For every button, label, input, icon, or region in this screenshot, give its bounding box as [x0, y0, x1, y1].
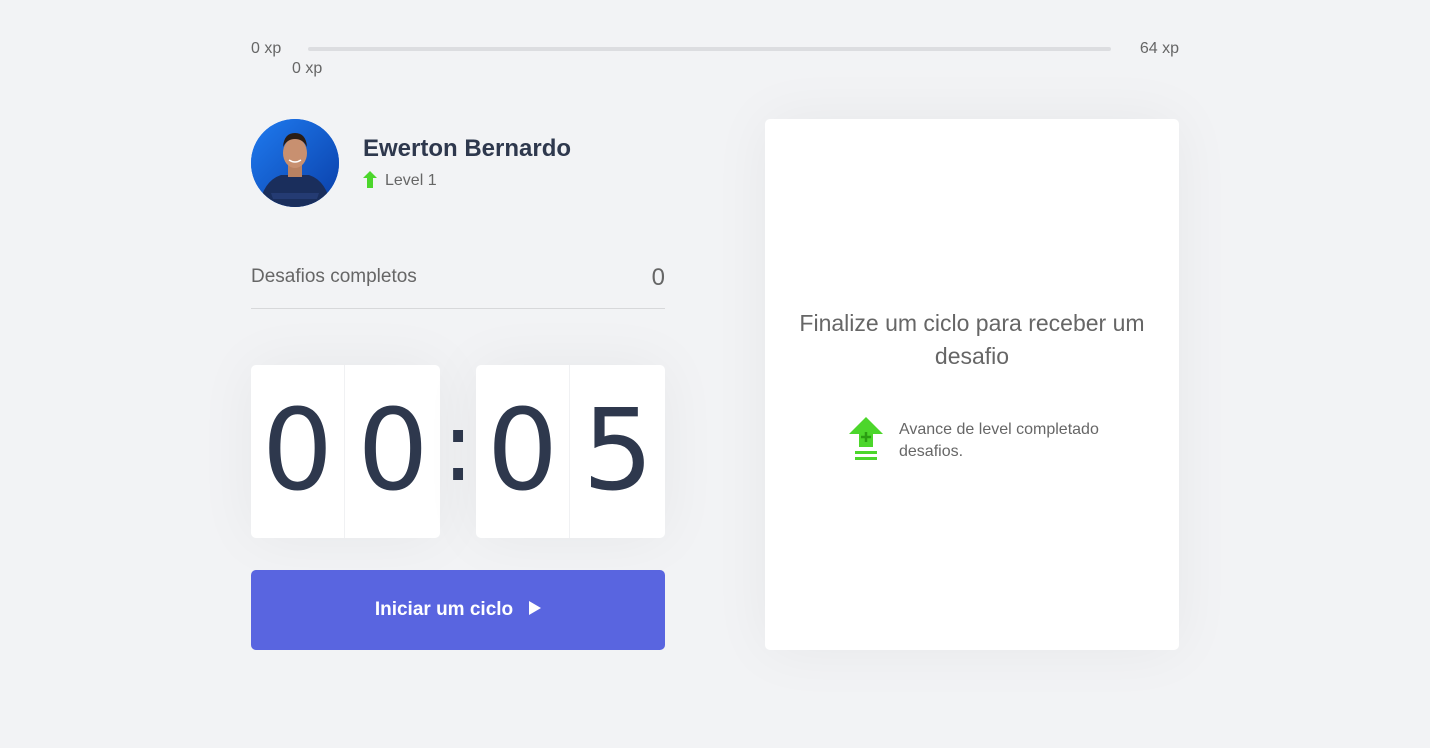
minute-digit-units: 0: [357, 386, 429, 516]
profile-name: Ewerton Bernardo: [363, 135, 572, 162]
profile: Ewerton Bernardo Level 1: [251, 119, 665, 207]
level-label: Level 1: [385, 172, 437, 189]
countdown-minutes: 0 0: [251, 365, 440, 538]
completed-challenges-label: Desafios completos: [251, 266, 417, 287]
avatar-image: [251, 119, 339, 207]
minute-digit-tens: 0: [251, 365, 345, 538]
xp-current-label: 0 xp: [292, 60, 323, 77]
second-digit-tens: 0: [476, 365, 570, 538]
start-cycle-label: Iniciar um ciclo: [374, 599, 514, 620]
experience-bar: 0 xp 0 xp 64 xp: [251, 40, 1179, 77]
level-up-arrow-icon: [363, 171, 377, 193]
avatar: [251, 119, 339, 207]
play-icon: [529, 599, 542, 621]
countdown-separator: :: [441, 391, 475, 503]
countdown: 0 0 : 0 5: [251, 365, 665, 538]
second-digit-units: 5: [582, 386, 654, 516]
level-up-stack-icon: [849, 417, 883, 468]
challenge-box-title: Finalize um ciclo para receber um desafi…: [799, 310, 1145, 369]
challenge-box-hint: Avance de level completado desafios.: [849, 417, 1129, 467]
countdown-seconds: 0 5: [476, 365, 665, 538]
xp-max-label: 64 xp: [1139, 40, 1179, 57]
completed-challenges-count: 0: [651, 264, 665, 291]
challenge-box-hint-text: Avance de level completado desafios.: [899, 421, 1099, 460]
xp-progress-track: [308, 47, 1111, 51]
challenge-box: Finalize um ciclo para receber um desafi…: [765, 119, 1179, 650]
completed-challenges: Desafios completos 0: [251, 264, 665, 309]
start-cycle-button[interactable]: Iniciar um ciclo: [251, 570, 665, 650]
xp-min-label: 0 xp: [251, 40, 282, 57]
